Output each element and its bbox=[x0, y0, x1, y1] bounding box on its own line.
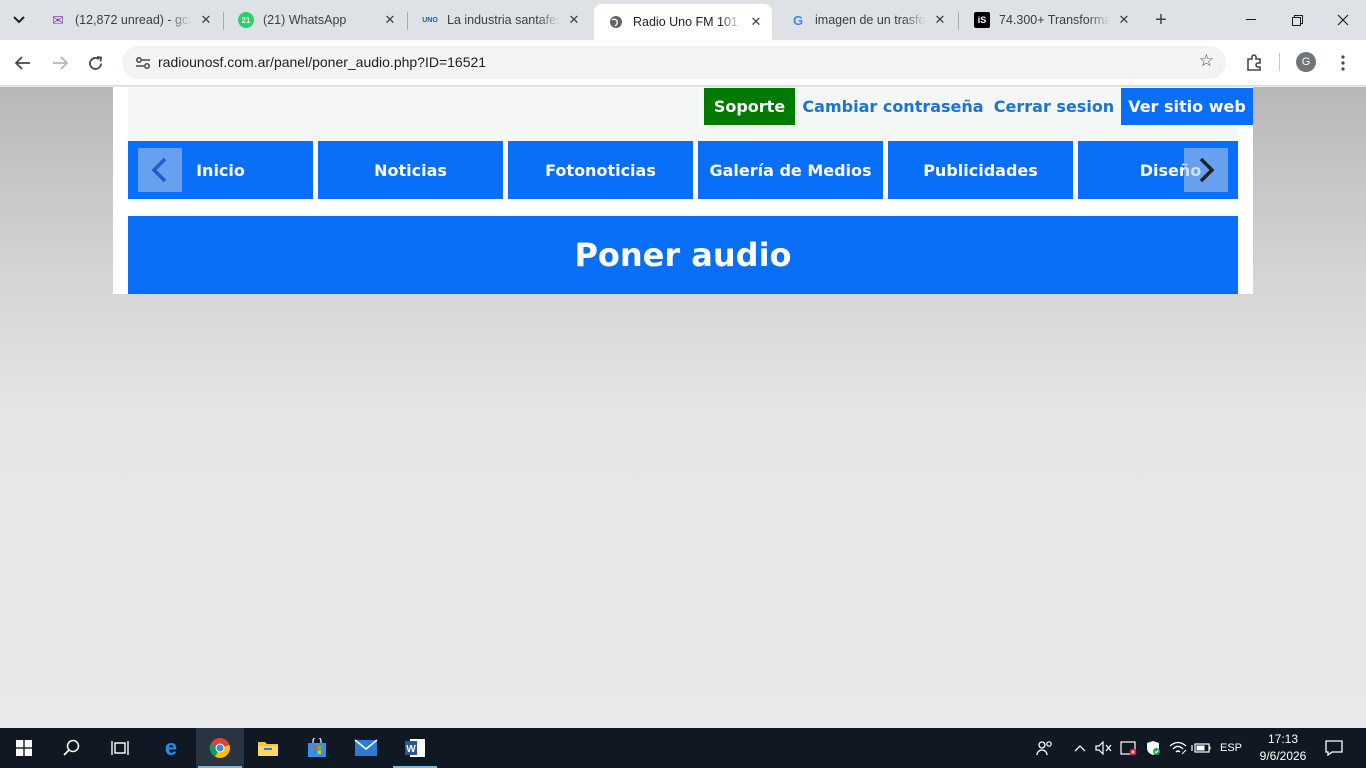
tab-title: imagen de un trasfor bbox=[815, 13, 926, 27]
close-tab-icon[interactable]: ✕ bbox=[748, 14, 764, 30]
close-window-icon[interactable] bbox=[1320, 0, 1366, 40]
top-bar: Soporte Cambiar contraseña Cerrar sesion… bbox=[128, 87, 1253, 141]
tray-expand-chevron-icon[interactable] bbox=[1071, 728, 1089, 768]
page-title: Poner audio bbox=[128, 216, 1238, 294]
soporte-button[interactable]: Soporte bbox=[704, 88, 795, 125]
google-g-icon: G bbox=[792, 12, 804, 28]
view-site-button[interactable]: Ver sitio web bbox=[1121, 88, 1253, 125]
svg-text:W: W bbox=[406, 744, 416, 755]
search-icon[interactable] bbox=[48, 728, 96, 768]
reload-icon[interactable] bbox=[81, 49, 109, 77]
tab-separator bbox=[958, 12, 959, 30]
tab-title: (12,872 unread) - gca bbox=[75, 13, 192, 27]
microsoft-store-icon[interactable] bbox=[293, 728, 341, 768]
spacer bbox=[113, 199, 1253, 216]
minimize-icon[interactable] bbox=[1228, 0, 1274, 40]
whatsapp-icon: 21 bbox=[238, 12, 254, 28]
new-tab-icon[interactable]: + bbox=[1150, 8, 1172, 32]
uno-logo-icon: UNO bbox=[422, 16, 438, 24]
close-tab-icon[interactable]: ✕ bbox=[1116, 12, 1132, 28]
system-clock[interactable]: 17:13 9/6/2026 bbox=[1252, 731, 1314, 765]
menu-item-label: Inicio bbox=[196, 160, 245, 180]
browser-tab-whatsapp[interactable]: 21 (21) WhatsApp ✕ bbox=[224, 6, 406, 34]
back-icon[interactable] bbox=[9, 49, 37, 77]
restore-icon[interactable] bbox=[1274, 0, 1320, 40]
people-icon[interactable] bbox=[1034, 728, 1056, 768]
menu-item-label: Publicidades bbox=[923, 160, 1038, 180]
extensions-puzzle-icon[interactable] bbox=[1240, 49, 1268, 77]
bookmark-star-icon[interactable]: ☆ bbox=[1199, 51, 1214, 71]
menu-next-arrow-icon[interactable] bbox=[1184, 148, 1228, 192]
taskbar: e W ESP 17:13 9/6/2026 bbox=[0, 728, 1366, 768]
close-tab-icon[interactable]: ✕ bbox=[198, 12, 214, 28]
windows-start-icon[interactable] bbox=[0, 728, 48, 768]
defender-shield-icon[interactable] bbox=[1143, 728, 1163, 768]
logout-link[interactable]: Cerrar sesion bbox=[994, 88, 1114, 125]
page-viewport: Soporte Cambiar contraseña Cerrar sesion… bbox=[0, 87, 1366, 728]
battery-icon[interactable] bbox=[1190, 728, 1212, 768]
main-menu: Inicio Noticias Fotonoticias Galería de … bbox=[128, 141, 1238, 199]
tab-title: Radio Uno FM 101.3 bbox=[633, 15, 742, 29]
action-center-icon[interactable] bbox=[1320, 728, 1348, 768]
browser-tab-istock[interactable]: iS 74.300+ Transformad ✕ bbox=[960, 6, 1140, 34]
browser-tab-google[interactable]: G imagen de un trasfor ✕ bbox=[776, 6, 956, 34]
browser-toolbar: radiounosf.com.ar/panel/poner_audio.php?… bbox=[0, 40, 1366, 86]
menu-item-label: Galería de Medios bbox=[709, 160, 872, 180]
browser-tab-radio-uno[interactable]: Radio Uno FM 101.3 ✕ bbox=[594, 4, 772, 40]
close-tab-icon[interactable]: ✕ bbox=[932, 12, 948, 28]
clock-date: 9/6/2026 bbox=[1259, 749, 1307, 763]
istock-icon: iS bbox=[974, 12, 990, 28]
menu-prev-arrow-icon[interactable] bbox=[138, 148, 182, 192]
wifi-icon[interactable] bbox=[1167, 728, 1189, 768]
file-explorer-icon[interactable] bbox=[244, 728, 292, 768]
change-password-link[interactable]: Cambiar contraseña bbox=[802, 88, 983, 125]
word-icon[interactable]: W bbox=[391, 728, 439, 768]
forward-icon[interactable] bbox=[46, 49, 74, 77]
menu-item-noticias[interactable]: Noticias bbox=[318, 141, 503, 199]
url-text: radiounosf.com.ar/panel/poner_audio.php?… bbox=[158, 54, 487, 70]
clock-time: 17:13 bbox=[1267, 732, 1299, 746]
site-info-icon[interactable] bbox=[130, 50, 156, 76]
svg-text:e: e bbox=[165, 737, 177, 759]
menu-item-publicidades[interactable]: Publicidades bbox=[888, 141, 1073, 199]
tab-title: (21) WhatsApp bbox=[263, 13, 347, 27]
edge-browser-icon[interactable]: e bbox=[147, 728, 195, 768]
input-language[interactable]: ESP bbox=[1216, 728, 1246, 768]
browser-tab-gmail[interactable]: ✉ (12,872 unread) - gca ✕ bbox=[36, 6, 222, 34]
globe-icon bbox=[608, 14, 624, 30]
tab-strip: ✉ (12,872 unread) - gca ✕ 21 (21) WhatsA… bbox=[0, 0, 1366, 40]
menu-item-label: Fotonoticias bbox=[545, 160, 656, 180]
menu-item-galeria[interactable]: Galería de Medios bbox=[698, 141, 883, 199]
tab-title: 74.300+ Transformad bbox=[999, 13, 1110, 27]
security-alert-icon[interactable] bbox=[1119, 728, 1139, 768]
profile-avatar[interactable]: G bbox=[1296, 52, 1316, 72]
volume-muted-icon[interactable] bbox=[1094, 728, 1114, 768]
tab-search-dropdown-icon[interactable] bbox=[6, 8, 32, 32]
address-bar[interactable]: radiounosf.com.ar/panel/poner_audio.php?… bbox=[122, 46, 1226, 79]
panel-container: Soporte Cambiar contraseña Cerrar sesion… bbox=[113, 87, 1253, 294]
browser-tab-industria[interactable]: UNO La industria santafesin ✕ bbox=[408, 6, 590, 34]
toolbar-divider bbox=[1279, 53, 1280, 71]
close-tab-icon[interactable]: ✕ bbox=[566, 12, 582, 28]
mail-icon[interactable] bbox=[342, 728, 390, 768]
task-view-icon[interactable] bbox=[96, 728, 144, 768]
chrome-menu-icon[interactable] bbox=[1329, 49, 1357, 77]
gmail-envelope-icon: ✉ bbox=[52, 11, 64, 28]
tab-title: La industria santafesin bbox=[447, 13, 560, 27]
chrome-icon[interactable] bbox=[196, 728, 244, 768]
menu-item-fotonoticias[interactable]: Fotonoticias bbox=[508, 141, 693, 199]
close-tab-icon[interactable]: ✕ bbox=[382, 12, 398, 28]
menu-item-label: Noticias bbox=[374, 160, 447, 180]
